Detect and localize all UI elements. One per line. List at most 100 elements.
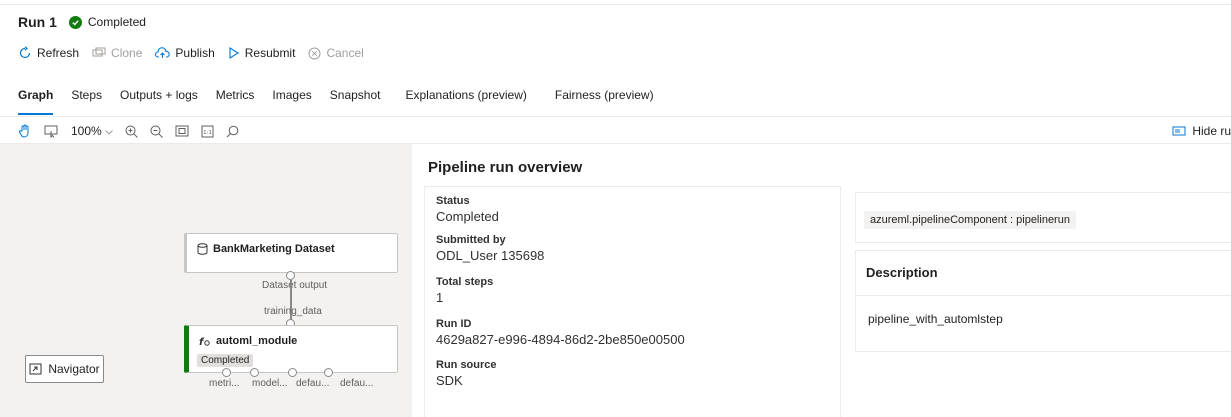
output-port-3[interactable] [288, 368, 297, 377]
command-bar: Refresh Clone Publish Resubmit Cancel [18, 46, 377, 60]
description-card: Description pipeline_with_automlstep [855, 250, 1231, 352]
navigator-button[interactable]: Navigator [25, 355, 104, 383]
page-title: Run 1 [18, 14, 57, 30]
refresh-label: Refresh [37, 46, 80, 60]
submitted-by-label: Submitted by [436, 234, 506, 246]
fit-view-button[interactable] [175, 125, 189, 137]
dataset-node-label: BankMarketing Dataset [213, 243, 335, 255]
automl-node-label: automl_module [216, 335, 298, 347]
graph-canvas[interactable]: BankMarketing Dataset Dataset output tra… [0, 144, 412, 417]
description-title: Description [866, 265, 938, 280]
svg-text:1:1: 1:1 [203, 130, 212, 136]
automl-node-title: f automl_module [199, 335, 297, 347]
publish-button[interactable]: Publish [155, 46, 215, 60]
tab-images[interactable]: Images [272, 88, 311, 112]
run-details-card: Status Completed Submitted by ODL_User 1… [424, 186, 841, 417]
svg-text:f: f [199, 337, 205, 347]
hand-icon [18, 124, 29, 138]
actual-size-button[interactable]: 1:1 [201, 125, 214, 138]
tags-card: azureml.pipelineComponent : pipelinerun [855, 192, 1231, 243]
navigator-icon [29, 363, 42, 375]
dataset-node[interactable]: BankMarketing Dataset [184, 233, 398, 273]
tab-bar: Graph Steps Outputs + logs Metrics Image… [18, 88, 672, 115]
search-button[interactable] [226, 125, 239, 138]
pan-tool-button[interactable] [18, 124, 32, 138]
refresh-button[interactable]: Refresh [18, 46, 79, 60]
dataset-output-label: Dataset output [262, 280, 328, 291]
run-source-label: Run source [436, 359, 497, 371]
tabs-divider [0, 116, 1231, 117]
hide-run-overview-button[interactable]: Hide ru [1172, 124, 1231, 138]
play-icon [229, 47, 239, 59]
total-steps-label: Total steps [436, 276, 494, 288]
run-id-label: Run ID [436, 318, 472, 330]
search-icon [226, 125, 239, 137]
graph-toolbar: 100% 1:1 [18, 121, 251, 141]
node-status-badge: Completed [197, 354, 254, 367]
status-value: Completed [436, 209, 499, 224]
output-port-label: metri... [209, 378, 240, 389]
automl-icon: f [199, 337, 210, 347]
hide-run-label: Hide ru [1192, 124, 1231, 138]
check-circle-icon [68, 15, 82, 29]
tab-outputs-logs[interactable]: Outputs + logs [120, 88, 198, 112]
tab-steps[interactable]: Steps [71, 88, 102, 112]
run-source-value: SDK [436, 373, 463, 388]
resubmit-button[interactable]: Resubmit [228, 46, 296, 60]
output-port-label: model... [252, 378, 288, 389]
description-divider [856, 295, 1231, 296]
dataset-output-port[interactable] [286, 271, 295, 280]
top-border [0, 0, 1231, 5]
tab-snapshot[interactable]: Snapshot [330, 88, 381, 112]
select-box-icon [44, 125, 58, 138]
run-header: Run 1 Completed [18, 14, 146, 30]
tab-metrics[interactable]: Metrics [216, 88, 255, 112]
training-data-label: training_data [264, 306, 322, 317]
chevron-down-icon [104, 124, 113, 138]
run-id-value: 4629a827-e996-4894-86d2-2be850e00500 [436, 332, 685, 347]
navigator-label: Navigator [48, 362, 100, 376]
tab-fairness[interactable]: Fairness (preview) [555, 88, 654, 112]
refresh-icon [19, 46, 31, 59]
publish-label: Publish [175, 46, 215, 60]
output-port-label: defau... [340, 378, 374, 389]
zoom-level: 100% [71, 124, 102, 138]
total-steps-value: 1 [436, 290, 444, 305]
output-port-1[interactable] [222, 368, 231, 377]
select-tool-button[interactable] [44, 125, 59, 138]
submitted-by-field: Submitted by ODL_User 135698 [436, 234, 544, 263]
status-label: Status [436, 195, 470, 207]
cancel-icon [308, 47, 321, 59]
tab-graph[interactable]: Graph [18, 88, 54, 115]
cancel-label: Cancel [326, 46, 364, 60]
automl-node[interactable]: f automl_module Completed [184, 325, 398, 373]
cloud-upload-icon [155, 47, 171, 58]
tag-chip: azureml.pipelineComponent : pipelinerun [864, 211, 1076, 229]
clone-button[interactable]: Clone [92, 46, 142, 60]
database-icon [197, 243, 208, 255]
total-steps-field: Total steps 1 [436, 276, 493, 305]
run-source-field: Run source SDK [436, 359, 497, 388]
status-badge: Completed [87, 15, 146, 29]
status-field: Status Completed [436, 195, 499, 224]
dataset-node-title: BankMarketing Dataset [197, 243, 335, 255]
resubmit-label: Resubmit [244, 46, 296, 60]
zoom-out-icon [150, 125, 163, 138]
zoom-dropdown[interactable]: 100% [71, 124, 113, 138]
overview-title: Pipeline run overview [428, 159, 583, 176]
output-port-4[interactable] [324, 368, 333, 377]
zoom-in-button[interactable] [125, 125, 138, 138]
run-id-field: Run ID 4629a827-e996-4894-86d2-2be850e00… [436, 318, 685, 347]
clone-icon [92, 47, 106, 57]
zoom-in-icon [125, 125, 138, 138]
clone-label: Clone [111, 46, 143, 60]
output-port-label: defau... [296, 378, 330, 389]
cancel-button[interactable]: Cancel [308, 46, 364, 60]
description-text: pipeline_with_automlstep [868, 312, 1003, 326]
zoom-out-button[interactable] [150, 125, 163, 138]
output-port-2[interactable] [250, 368, 259, 377]
fit-screen-icon [175, 125, 189, 137]
panel-icon [1172, 126, 1186, 136]
one-to-one-icon: 1:1 [201, 125, 214, 137]
tab-explanations[interactable]: Explanations (preview) [406, 88, 527, 112]
